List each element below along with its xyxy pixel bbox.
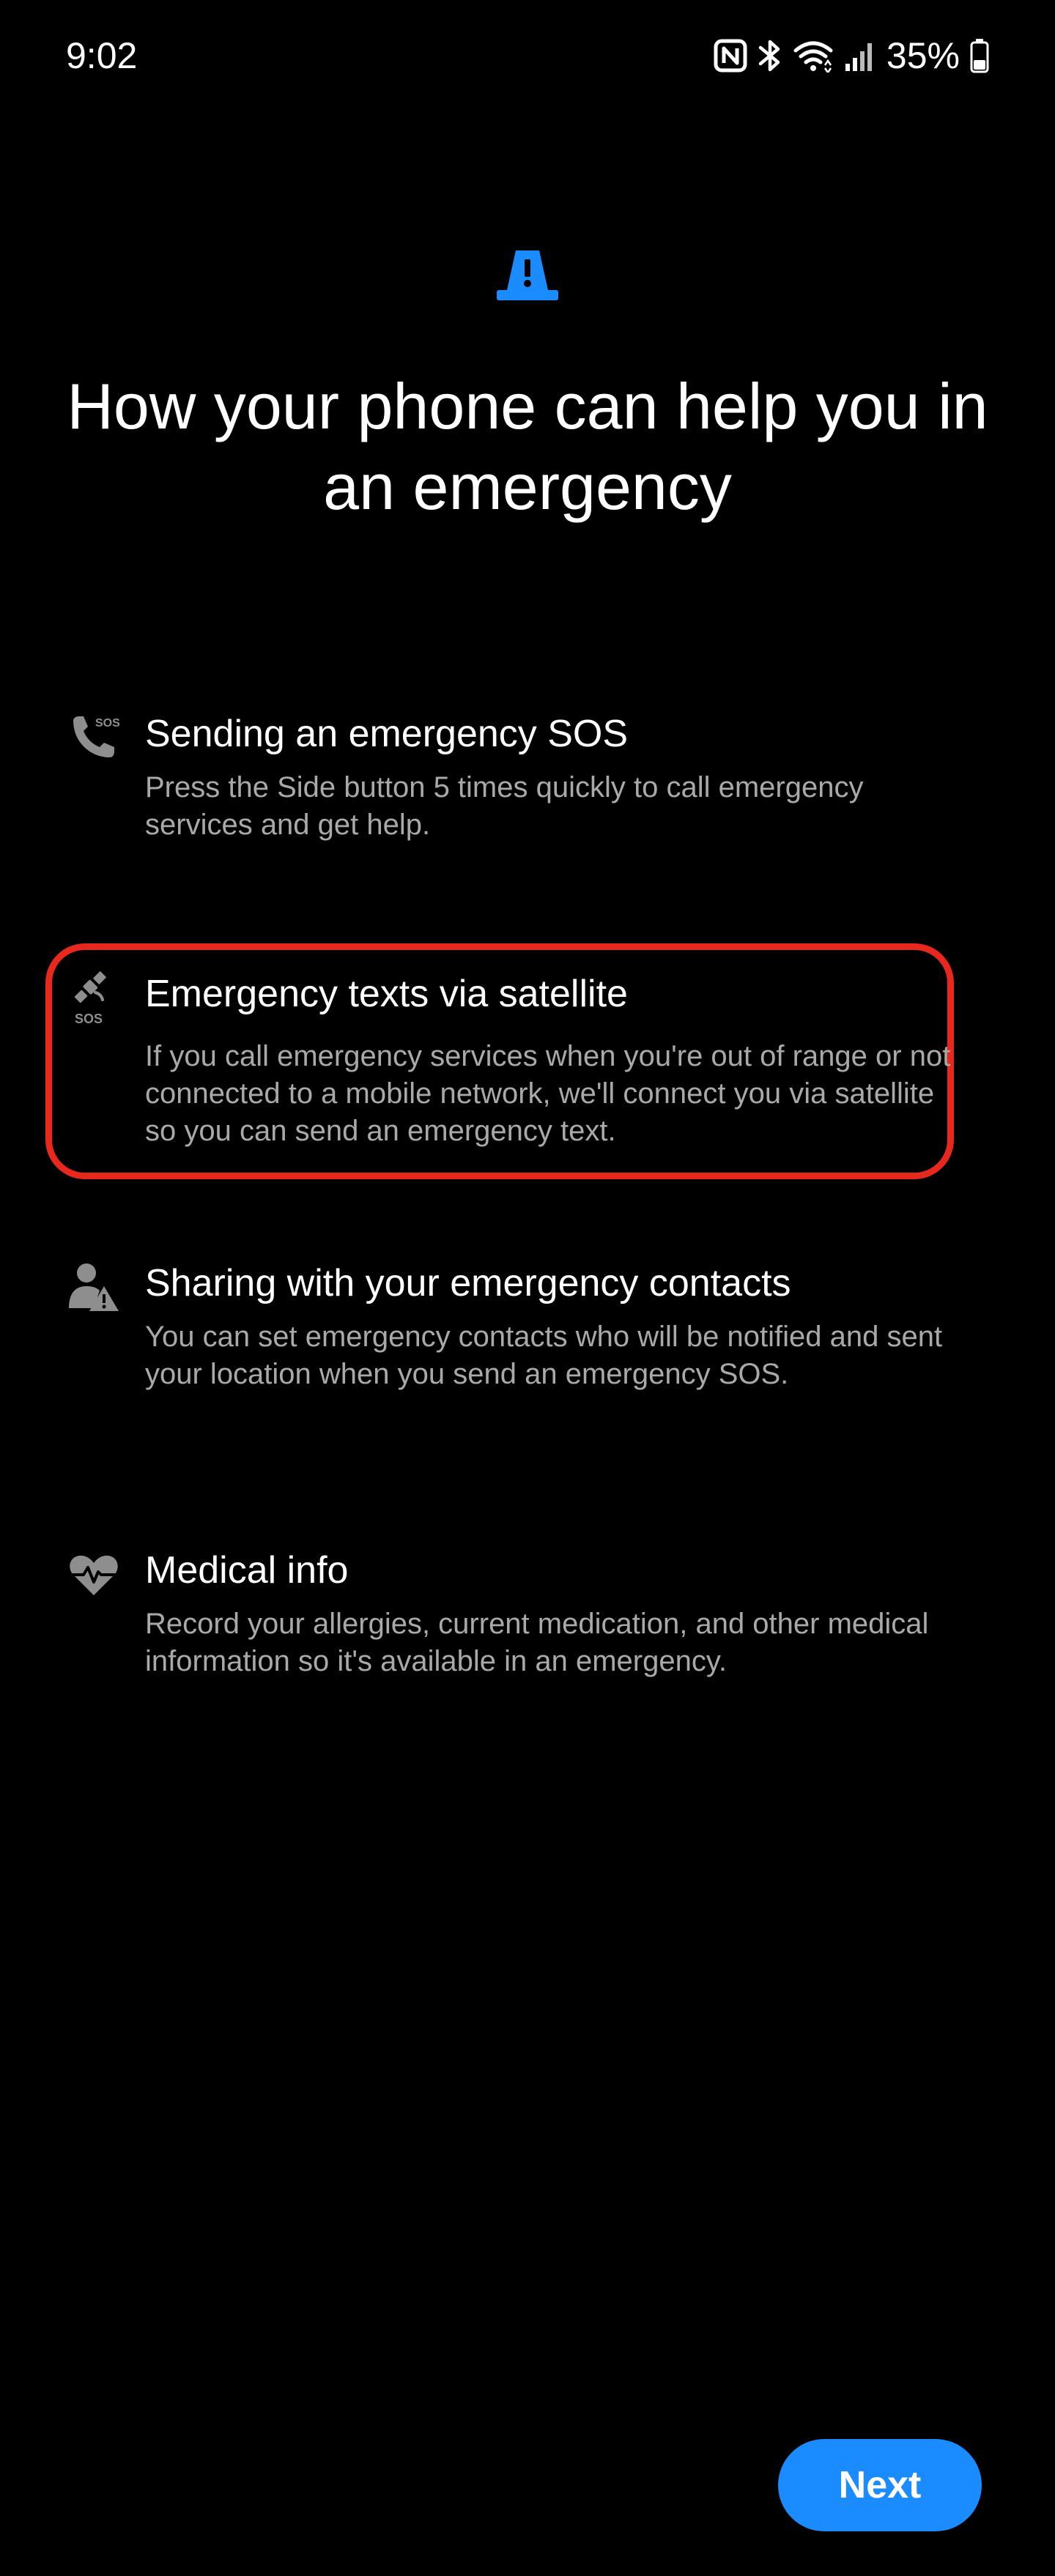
feature-title: Emergency texts via satellite xyxy=(145,973,628,1015)
page-title: How your phone can help you in an emerge… xyxy=(67,370,988,523)
nfc-icon xyxy=(714,39,747,73)
emergency-contact-icon xyxy=(66,1260,122,1315)
sos-phone-icon: SOS xyxy=(66,710,122,766)
svg-text:SOS: SOS xyxy=(75,1012,103,1026)
battery-percent: 35% xyxy=(886,35,960,76)
satellite-sos-icon: SOS xyxy=(66,970,122,1026)
feature-description: Record your allergies, current medicatio… xyxy=(145,1608,929,1677)
feature-description: If you call emergency services when you'… xyxy=(145,1040,951,1147)
feature-description: You can set emergency contacts who will … xyxy=(145,1321,943,1390)
bluetooth-icon xyxy=(758,37,782,74)
feature-title: Sending an emergency SOS xyxy=(145,713,629,755)
svg-text:SOS: SOS xyxy=(95,717,120,730)
status-bar: 9:02 35% xyxy=(0,0,1055,110)
status-time: 9:02 xyxy=(66,35,138,76)
heart-pulse-icon xyxy=(66,1547,122,1603)
feature-description: Press the Side button 5 times quickly to… xyxy=(145,771,864,841)
battery-icon xyxy=(970,38,989,73)
alert-triangle-icon xyxy=(495,248,560,303)
feature-title: Sharing with your emergency contacts xyxy=(145,1262,791,1304)
signal-icon xyxy=(844,39,876,73)
next-button[interactable]: Next xyxy=(778,2439,982,2531)
feature-title: Medical info xyxy=(145,1549,349,1592)
wifi-icon xyxy=(793,39,834,73)
status-icons: 35% xyxy=(714,34,989,78)
